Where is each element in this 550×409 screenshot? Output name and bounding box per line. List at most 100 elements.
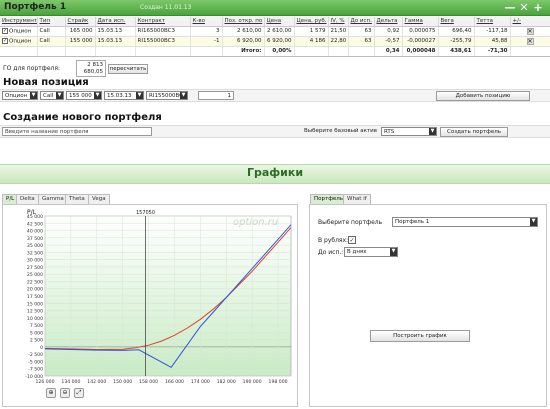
column-header[interactable]: Гамма — [402, 17, 439, 27]
y-tick-label: 5 000 — [30, 330, 43, 336]
portfolio-name-input[interactable]: Введите название портфеля — [2, 127, 152, 136]
y-tick-label: 25 000 — [27, 272, 43, 278]
positions-table: Инструмент Тип Страйк Дата исп. Контракт К-во… — [0, 17, 550, 57]
y-tick-label: 17 500 — [27, 294, 43, 300]
portfolio-title: Портфель 1 — [4, 2, 67, 12]
x-tick-label: 126 000 — [36, 379, 55, 385]
column-header[interactable]: Тетта — [474, 17, 511, 27]
x-tick-label: 174 000 — [191, 379, 210, 385]
column-header[interactable]: Контракт — [135, 17, 191, 27]
y-tick-label: 2 500 — [30, 338, 43, 344]
portfolio-select[interactable]: Портфель 1 ▼ — [392, 217, 538, 227]
y-tick-label: 42 500 — [27, 221, 43, 227]
totals-label: Итого: — [222, 46, 265, 57]
zoom-out-icon[interactable]: ⊖ — [60, 388, 70, 398]
portfolio-created-date: Создан 11.01.13 — [140, 4, 192, 11]
column-header[interactable]: IV, % — [328, 17, 349, 27]
chevron-down-icon: ▼ — [56, 92, 63, 99]
table-row[interactable]: ✓ Опцион Call 165 000 15.03.13 RI165000BC… — [0, 26, 550, 37]
column-header[interactable]: Поз. откр. по — [222, 17, 265, 27]
expiry-label: До исп.: — [318, 249, 344, 256]
y-tick-label: -7 500 — [28, 367, 43, 373]
y-tick-label: 35 000 — [27, 243, 43, 249]
minimize-icon[interactable]: — — [504, 2, 516, 14]
table-row[interactable]: ✓ Опцион Call 155 000 15.03.13 RI155000BC… — [0, 36, 550, 47]
y-tick-label: 32 500 — [27, 250, 43, 256]
y-tick-label: 40 000 — [27, 229, 43, 235]
column-header[interactable]: Цена — [264, 17, 295, 27]
add-position-button[interactable]: Добавить позицию — [436, 91, 530, 101]
chevron-down-icon: ▼ — [180, 92, 187, 99]
chevron-down-icon: ▼ — [30, 92, 37, 99]
x-tick-label: 190 000 — [243, 379, 262, 385]
column-header[interactable]: Дата исп. — [95, 17, 136, 27]
portfolio-header — [0, 0, 550, 16]
remove-row-button[interactable]: ✕ — [526, 37, 534, 45]
strike-select[interactable]: 155 000 ▼ — [66, 91, 102, 100]
watermark: option.ru — [233, 217, 278, 228]
column-header[interactable]: Дельта — [374, 17, 403, 27]
column-header[interactable]: До исп. — [348, 17, 375, 27]
chevron-down-icon: ▼ — [530, 218, 537, 226]
x-tick-label: 166 000 — [165, 379, 184, 385]
y-tick-label: 27 500 — [27, 265, 43, 271]
pl-chart[interactable]: P/L 45 00042 50040 00037 50035 00032 500… — [3, 205, 297, 385]
tab-gamma[interactable]: Gamma — [38, 194, 68, 204]
column-header[interactable]: Тип — [37, 17, 66, 27]
expiry-date-select[interactable]: 15.03.13 ▼ — [104, 91, 144, 100]
base-asset-select[interactable]: RTS ▼ — [381, 127, 437, 136]
y-tick-label: 20 000 — [27, 287, 43, 293]
column-header[interactable]: Вега — [438, 17, 475, 27]
tab-what-if[interactable]: What if — [343, 194, 371, 204]
tab-portfolio[interactable]: Портфель — [310, 194, 348, 204]
add-icon[interactable]: + — [532, 2, 544, 14]
instrument-select[interactable]: Опцион ▼ — [2, 91, 38, 100]
y-tick-label: 7 500 — [30, 323, 43, 329]
zoom-in-icon[interactable]: ⊕ — [46, 388, 56, 398]
y-tick-label: 30 000 — [27, 258, 43, 264]
rub-label: В рублях: — [318, 237, 349, 244]
x-tick-label: 198 000 — [269, 379, 288, 385]
tab-theta[interactable]: Theta — [65, 194, 89, 204]
column-header[interactable]: К-во — [190, 17, 223, 27]
build-chart-button[interactable]: Построить график — [370, 330, 470, 342]
close-icon[interactable]: ✕ — [518, 2, 530, 14]
y-tick-label: 45 000 — [27, 214, 43, 220]
type-select[interactable]: Call ▼ — [40, 91, 64, 100]
chevron-down-icon: ▼ — [94, 92, 101, 99]
go-label: ГО для портфеля: — [3, 65, 60, 72]
y-tick-label: -2 500 — [28, 352, 43, 358]
expiry-select[interactable]: В днях ▼ — [344, 247, 398, 257]
recalculate-button[interactable]: пересчитать — [108, 64, 148, 74]
rub-checkbox[interactable]: ✓ — [348, 236, 356, 244]
y-tick-label: 0 — [40, 345, 43, 351]
column-header[interactable]: +/- — [510, 17, 550, 27]
zoom-reset-icon[interactable]: ⤢ — [74, 388, 84, 398]
base-asset-label: Выберите базовый актив — [304, 128, 377, 134]
tab-delta[interactable]: Delta — [16, 194, 39, 204]
charts-title: Графики — [246, 166, 304, 179]
totals-value: 0,00% — [264, 46, 295, 57]
column-header[interactable]: Страйк — [65, 17, 96, 27]
y-tick-label: 37 500 — [27, 236, 43, 242]
crosshair-label: 157050 — [136, 210, 155, 216]
x-tick-label: 134 000 — [61, 379, 80, 385]
row-checkbox[interactable]: ✓ — [2, 27, 8, 34]
create-portfolio-button[interactable]: Создать портфель — [440, 127, 508, 137]
portfolio-select-label: Выберите портфель — [318, 219, 383, 226]
settings-panel — [309, 204, 547, 407]
x-tick-label: 150 000 — [113, 379, 132, 385]
tab-vega[interactable]: Vega — [88, 194, 110, 204]
y-tick-label: 15 000 — [27, 301, 43, 307]
chevron-down-icon: ▼ — [429, 128, 436, 135]
chevron-down-icon: ▼ — [390, 248, 397, 256]
quantity-input[interactable]: 1 — [198, 91, 234, 100]
contract-select[interactable]: RI155000BC3 ▼ — [146, 91, 188, 100]
y-tick-label: -5 000 — [28, 359, 43, 365]
column-header[interactable]: Инструмент — [0, 17, 38, 27]
column-header[interactable]: Цена, руб. — [294, 17, 329, 27]
remove-row-button[interactable]: ✕ — [526, 27, 534, 35]
row-checkbox[interactable]: ✓ — [2, 37, 8, 44]
y-tick-label: 12 500 — [27, 309, 43, 315]
x-tick-label: 182 000 — [217, 379, 236, 385]
